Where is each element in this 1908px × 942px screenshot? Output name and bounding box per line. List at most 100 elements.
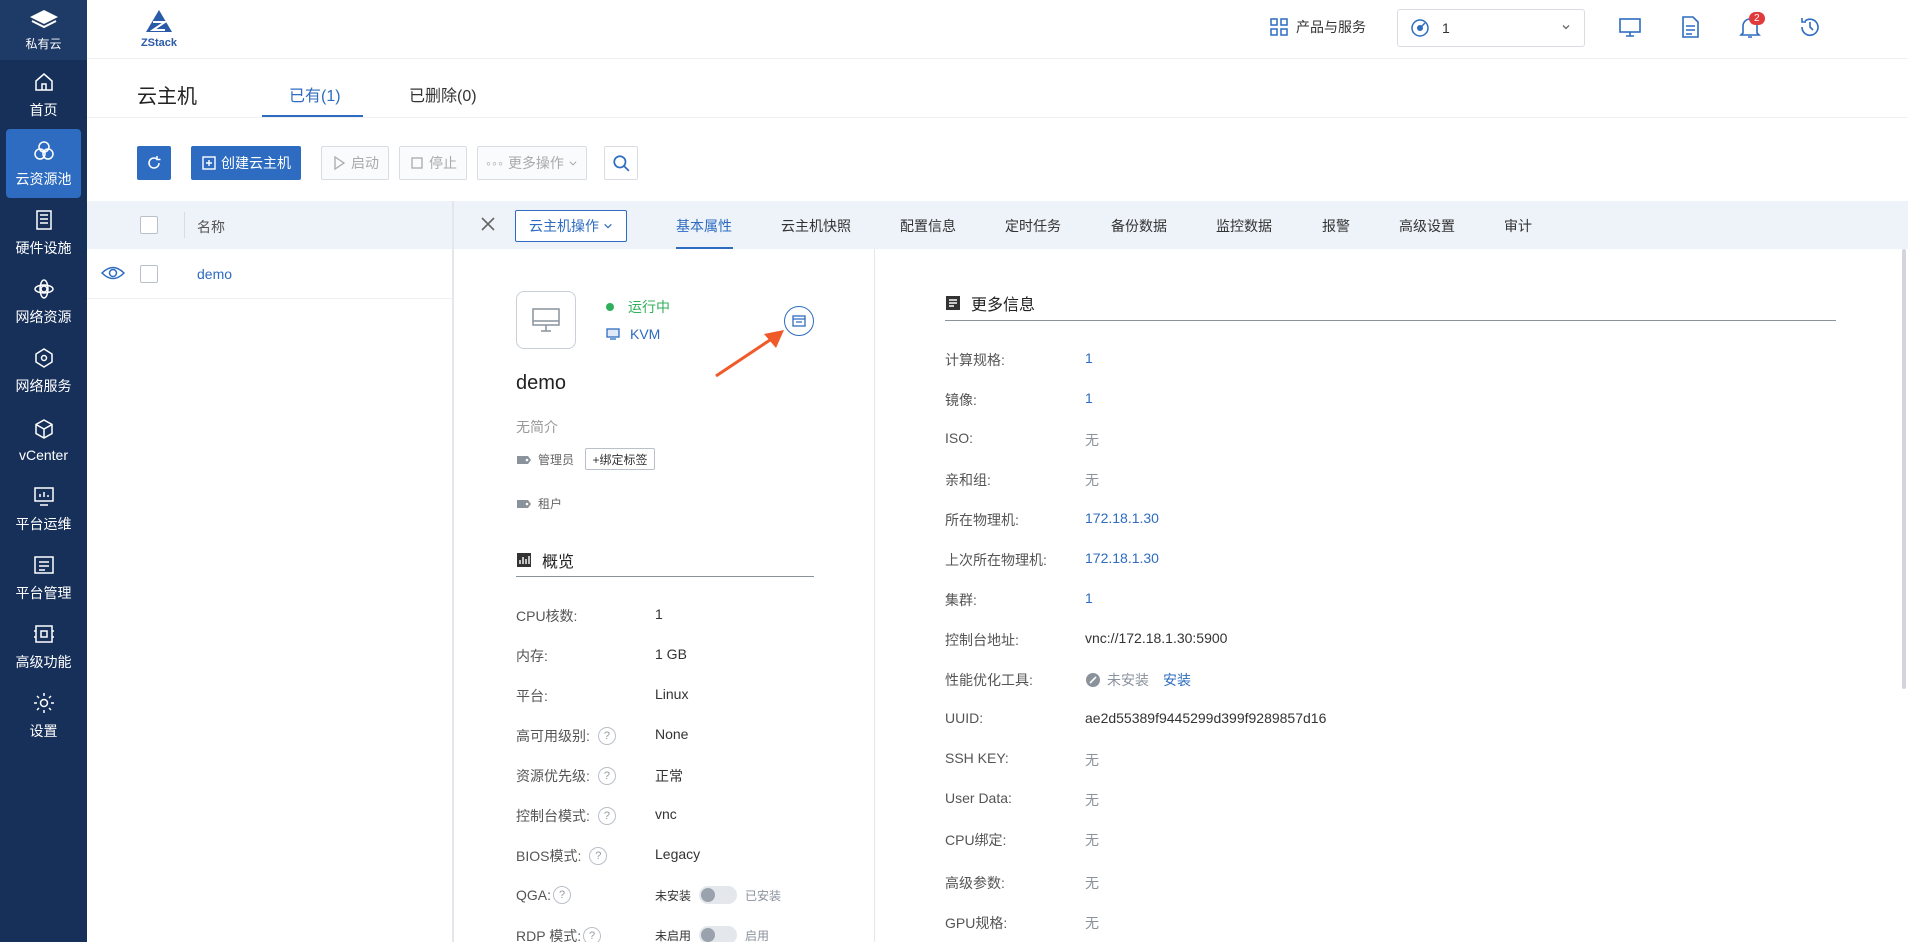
overview-label: BIOS模式:	[516, 848, 582, 864]
layers-icon	[29, 10, 58, 29]
tab-monitoring-data[interactable]: 监控数据	[1216, 216, 1272, 236]
row-checkbox[interactable]	[140, 265, 158, 283]
tab-existing[interactable]: 已有(1)	[289, 82, 341, 106]
toggle-on-label: 已安装	[745, 888, 782, 903]
overview-label: 平台:	[516, 688, 548, 704]
sidebar-item-ops[interactable]: 平台运维	[0, 474, 87, 543]
tab-basic-properties[interactable]: 基本属性	[676, 216, 732, 236]
cloud-pool-icon	[33, 140, 54, 160]
info-label: GPU规格:	[945, 915, 1008, 931]
help-icon[interactable]: ?	[597, 807, 616, 825]
instance-offering-link[interactable]: 1	[1085, 350, 1093, 366]
scrollbar[interactable]	[1902, 249, 1906, 689]
info-label: 计算规格:	[945, 352, 1005, 368]
sidebar-item-hardware[interactable]: 硬件设施	[0, 198, 87, 267]
overview-row: RDP 模式:?	[516, 926, 602, 942]
more-actions-button[interactable]: ◦◦◦ 更多操作	[477, 146, 587, 180]
vm-operations-label: 云主机操作	[529, 218, 599, 234]
info-value: 无	[1085, 915, 1099, 931]
status-text: 运行中	[628, 299, 670, 315]
sidebar-item-cloud-pool[interactable]: 云资源池	[6, 129, 81, 198]
products-services-button[interactable]: 产品与服务	[1270, 17, 1366, 37]
vm-name: demo	[516, 372, 567, 394]
sidebar-item-settings[interactable]: 设置	[0, 681, 87, 750]
overview-divider	[516, 576, 814, 577]
info-label: 集群:	[945, 592, 977, 608]
sidebar-item-management[interactable]: 平台管理	[0, 543, 87, 612]
history-icon[interactable]	[1797, 14, 1823, 40]
create-vm-button[interactable]: 创建云主机	[191, 146, 301, 180]
zone-select[interactable]: 1	[1397, 9, 1585, 47]
home-icon	[34, 72, 53, 91]
info-value: 无	[1085, 472, 1099, 488]
install-link[interactable]: 安装	[1163, 670, 1191, 690]
help-icon[interactable]: ?	[597, 727, 616, 745]
info-value: vnc://172.18.1.30:5900	[1085, 630, 1228, 646]
stop-label: 停止	[429, 155, 457, 171]
tab-backup-data[interactable]: 备份数据	[1111, 216, 1167, 236]
tag-icon	[517, 455, 531, 464]
tab-alarms[interactable]: 报警	[1322, 216, 1350, 236]
sidebar-item-advanced[interactable]: 高级功能	[0, 612, 87, 681]
sidebar-item-label: 云资源池	[15, 170, 72, 187]
start-button[interactable]: 启动	[321, 146, 389, 180]
overview-value: Legacy	[655, 846, 701, 862]
tab-deleted[interactable]: 已删除(0)	[409, 82, 477, 106]
sidebar-item-label: 平台运维	[15, 515, 72, 532]
row-name-link[interactable]: demo	[197, 266, 232, 282]
bind-tag-button[interactable]: +绑定标签	[585, 448, 655, 470]
last-host-link[interactable]: 172.18.1.30	[1085, 550, 1159, 566]
perf-tool-status: 未安装 安装	[1085, 670, 1191, 690]
overview-value: None	[655, 726, 689, 742]
tenant-tag: 租户	[516, 495, 562, 512]
sidebar-item-network-service[interactable]: 网络服务	[0, 336, 87, 405]
select-all-checkbox[interactable]	[140, 216, 158, 234]
tab-advanced-settings[interactable]: 高级设置	[1399, 216, 1455, 236]
tab-scheduled-tasks[interactable]: 定时任务	[1005, 216, 1061, 236]
help-icon[interactable]: ?	[589, 847, 608, 865]
eye-icon[interactable]	[101, 264, 125, 282]
overview-value: vnc	[655, 806, 677, 822]
info-label: 高级参数:	[945, 875, 1005, 891]
refresh-icon	[148, 156, 161, 169]
more-info-title: 更多信息	[971, 297, 1036, 314]
toggle-off-label: 未启用	[655, 928, 692, 942]
open-console-button[interactable]	[784, 306, 814, 336]
vm-operations-dropdown[interactable]: 云主机操作	[515, 210, 627, 242]
monitor-icon[interactable]	[1617, 14, 1643, 40]
info-label: CPU绑定:	[945, 832, 1007, 848]
sidebar-item-network-resource[interactable]: 网络资源	[0, 267, 87, 336]
image-link[interactable]: 1	[1085, 390, 1093, 406]
overview-value: 正常	[655, 768, 683, 784]
stop-button[interactable]: 停止	[399, 146, 467, 180]
tenant-tag-label: 租户	[538, 497, 563, 511]
help-icon[interactable]: ?	[553, 886, 572, 904]
management-icon	[33, 555, 54, 574]
close-icon[interactable]	[478, 214, 498, 234]
products-label: 产品与服务	[1296, 19, 1366, 35]
info-label: UUID:	[945, 710, 984, 726]
tab-config-info[interactable]: 配置信息	[900, 216, 956, 236]
refresh-button[interactable]	[137, 146, 171, 180]
rdp-toggle[interactable]	[699, 926, 738, 942]
help-icon[interactable]: ?	[597, 767, 616, 785]
qga-toggle[interactable]	[699, 886, 738, 904]
brand-logo[interactable]: 私有云	[0, 0, 87, 60]
document-icon[interactable]	[1677, 14, 1703, 40]
sidebar-item-vcenter[interactable]: vCenter	[0, 405, 87, 474]
tab-vm-snapshot[interactable]: 云主机快照	[781, 216, 851, 236]
zstack-logo[interactable]: ZStack	[137, 8, 181, 49]
search-button[interactable]	[604, 146, 638, 180]
tab-audit[interactable]: 审计	[1504, 216, 1532, 236]
info-value: 无	[1085, 792, 1099, 808]
sidebar-item-home[interactable]: 首页	[0, 60, 87, 129]
toggle-on-label: 启用	[745, 928, 770, 942]
host-link[interactable]: 172.18.1.30	[1085, 510, 1159, 526]
cluster-link[interactable]: 1	[1085, 590, 1093, 606]
sidebar-item-label: 平台管理	[15, 584, 72, 601]
help-icon[interactable]: ?	[583, 927, 602, 942]
info-label: 亲和组:	[945, 472, 991, 488]
ellipsis-icon: ◦◦◦	[486, 155, 504, 171]
vm-description[interactable]: 无简介	[516, 417, 558, 437]
zone-icon	[1411, 19, 1429, 37]
